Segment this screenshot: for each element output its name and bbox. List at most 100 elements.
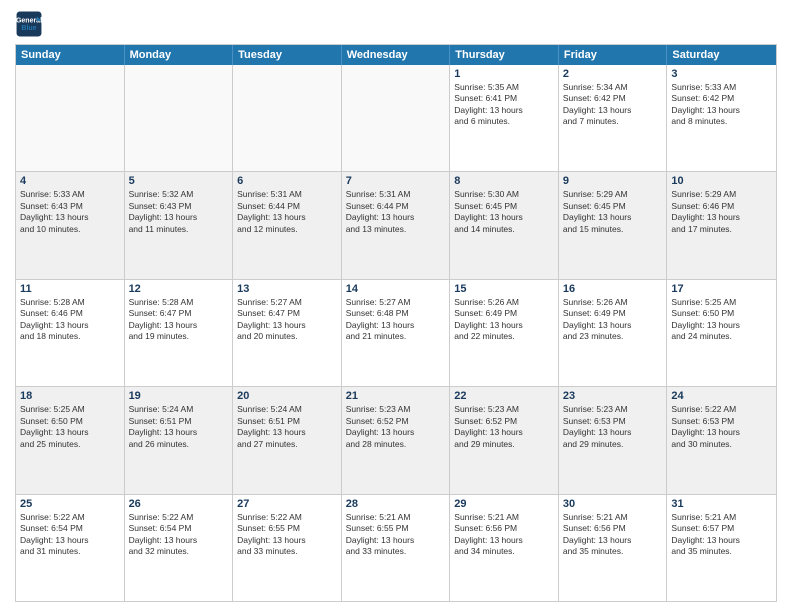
day-number: 11 xyxy=(20,283,120,295)
day-info: Sunrise: 5:27 AM Sunset: 6:48 PM Dayligh… xyxy=(346,297,446,343)
day-info: Sunrise: 5:26 AM Sunset: 6:49 PM Dayligh… xyxy=(563,297,663,343)
day-info: Sunrise: 5:22 AM Sunset: 6:55 PM Dayligh… xyxy=(237,512,337,558)
day-number: 4 xyxy=(20,175,120,187)
svg-text:Blue: Blue xyxy=(21,25,36,32)
day-number: 10 xyxy=(671,175,772,187)
day-info: Sunrise: 5:31 AM Sunset: 6:44 PM Dayligh… xyxy=(346,189,446,235)
day-cell-25: 25Sunrise: 5:22 AM Sunset: 6:54 PM Dayli… xyxy=(16,495,125,601)
day-cell-26: 26 Sunrise: 5:22 AM Sunset: 6:54 PM Dayli… xyxy=(125,495,234,601)
calendar-header: SundayMondayTuesdayWednesdayThursdayFrid… xyxy=(16,45,776,65)
day-info: Sunrise: 5:30 AM Sunset: 6:45 PM Dayligh… xyxy=(454,189,554,235)
header-day-tuesday: Tuesday xyxy=(233,45,342,65)
day-cell-16: 16 Sunrise: 5:26 AM Sunset: 6:49 PM Dayli… xyxy=(559,280,668,386)
day-number: 23 xyxy=(563,390,663,402)
day-number: 22 xyxy=(454,390,554,402)
day-cell-19: 19Sunrise: 5:24 AM Sunset: 6:51 PM Dayli… xyxy=(125,387,234,493)
day-cell-18: 18Sunrise: 5:25 AM Sunset: 6:50 PM Dayli… xyxy=(16,387,125,493)
day-cell-31: 31Sunrise: 5:21 AM Sunset: 6:57 PM Dayli… xyxy=(667,495,776,601)
day-cell-30: 30 Sunrise: 5:21 AM Sunset: 6:56 PM Dayli… xyxy=(559,495,668,601)
day-info: Sunrise: 5:23 AM Sunset: 6:52 PM Dayligh… xyxy=(346,404,446,450)
day-cell-29: 29 Sunrise: 5:21 AM Sunset: 6:56 PM Dayli… xyxy=(450,495,559,601)
day-number: 29 xyxy=(454,498,554,510)
day-info: Sunrise: 5:23 AM Sunset: 6:52 PM Dayligh… xyxy=(454,404,554,450)
day-number: 26 xyxy=(129,498,229,510)
calendar-row-1: 1 Sunrise: 5:35 AM Sunset: 6:41 PM Daylig… xyxy=(16,65,776,172)
day-cell-24: 24 Sunrise: 5:22 AM Sunset: 6:53 PM Dayli… xyxy=(667,387,776,493)
day-number: 20 xyxy=(237,390,337,402)
header-day-saturday: Saturday xyxy=(667,45,776,65)
calendar-row-5: 25Sunrise: 5:22 AM Sunset: 6:54 PM Dayli… xyxy=(16,495,776,601)
day-number: 13 xyxy=(237,283,337,295)
day-number: 6 xyxy=(237,175,337,187)
day-cell-4: 4 Sunrise: 5:33 AM Sunset: 6:43 PM Daylig… xyxy=(16,172,125,278)
header-day-wednesday: Wednesday xyxy=(342,45,451,65)
day-number: 7 xyxy=(346,175,446,187)
day-number: 8 xyxy=(454,175,554,187)
day-info: Sunrise: 5:33 AM Sunset: 6:43 PM Dayligh… xyxy=(20,189,120,235)
day-info: Sunrise: 5:21 AM Sunset: 6:56 PM Dayligh… xyxy=(454,512,554,558)
day-number: 15 xyxy=(454,283,554,295)
day-info: Sunrise: 5:23 AM Sunset: 6:53 PM Dayligh… xyxy=(563,404,663,450)
day-number: 24 xyxy=(671,390,772,402)
day-info: Sunrise: 5:22 AM Sunset: 6:54 PM Dayligh… xyxy=(129,512,229,558)
day-info: Sunrise: 5:24 AM Sunset: 6:51 PM Dayligh… xyxy=(129,404,229,450)
header-day-sunday: Sunday xyxy=(16,45,125,65)
day-cell-2: 2 Sunrise: 5:34 AM Sunset: 6:42 PM Daylig… xyxy=(559,65,668,171)
page: General Blue SundayMondayTuesdayWednesda… xyxy=(0,0,792,612)
day-number: 28 xyxy=(346,498,446,510)
header-day-monday: Monday xyxy=(125,45,234,65)
day-number: 5 xyxy=(129,175,229,187)
day-info: Sunrise: 5:21 AM Sunset: 6:56 PM Dayligh… xyxy=(563,512,663,558)
day-number: 9 xyxy=(563,175,663,187)
day-info: Sunrise: 5:28 AM Sunset: 6:46 PM Dayligh… xyxy=(20,297,120,343)
day-cell-1: 1 Sunrise: 5:35 AM Sunset: 6:41 PM Daylig… xyxy=(450,65,559,171)
day-info: Sunrise: 5:27 AM Sunset: 6:47 PM Dayligh… xyxy=(237,297,337,343)
day-info: Sunrise: 5:24 AM Sunset: 6:51 PM Dayligh… xyxy=(237,404,337,450)
empty-cell xyxy=(342,65,451,171)
day-info: Sunrise: 5:34 AM Sunset: 6:42 PM Dayligh… xyxy=(563,82,663,128)
day-cell-5: 5Sunrise: 5:32 AM Sunset: 6:43 PM Daylig… xyxy=(125,172,234,278)
day-number: 2 xyxy=(563,68,663,80)
day-cell-8: 8 Sunrise: 5:30 AM Sunset: 6:45 PM Daylig… xyxy=(450,172,559,278)
header-day-thursday: Thursday xyxy=(450,45,559,65)
day-number: 3 xyxy=(671,68,772,80)
day-cell-11: 11 Sunrise: 5:28 AM Sunset: 6:46 PM Dayli… xyxy=(16,280,125,386)
day-info: Sunrise: 5:21 AM Sunset: 6:55 PM Dayligh… xyxy=(346,512,446,558)
logo-icon: General Blue xyxy=(15,10,43,38)
empty-cell xyxy=(125,65,234,171)
day-number: 30 xyxy=(563,498,663,510)
day-cell-20: 20 Sunrise: 5:24 AM Sunset: 6:51 PM Dayli… xyxy=(233,387,342,493)
calendar: SundayMondayTuesdayWednesdayThursdayFrid… xyxy=(15,44,777,602)
day-cell-6: 6 Sunrise: 5:31 AM Sunset: 6:44 PM Daylig… xyxy=(233,172,342,278)
day-cell-9: 9 Sunrise: 5:29 AM Sunset: 6:45 PM Daylig… xyxy=(559,172,668,278)
day-number: 21 xyxy=(346,390,446,402)
day-cell-21: 21 Sunrise: 5:23 AM Sunset: 6:52 PM Dayli… xyxy=(342,387,451,493)
day-info: Sunrise: 5:31 AM Sunset: 6:44 PM Dayligh… xyxy=(237,189,337,235)
day-info: Sunrise: 5:22 AM Sunset: 6:54 PM Dayligh… xyxy=(20,512,120,558)
day-number: 17 xyxy=(671,283,772,295)
day-cell-22: 22 Sunrise: 5:23 AM Sunset: 6:52 PM Dayli… xyxy=(450,387,559,493)
day-info: Sunrise: 5:26 AM Sunset: 6:49 PM Dayligh… xyxy=(454,297,554,343)
day-cell-15: 15 Sunrise: 5:26 AM Sunset: 6:49 PM Dayli… xyxy=(450,280,559,386)
day-number: 16 xyxy=(563,283,663,295)
header: General Blue xyxy=(15,10,777,38)
day-info: Sunrise: 5:25 AM Sunset: 6:50 PM Dayligh… xyxy=(671,297,772,343)
day-cell-7: 7 Sunrise: 5:31 AM Sunset: 6:44 PM Daylig… xyxy=(342,172,451,278)
logo: General Blue xyxy=(15,10,43,38)
day-cell-28: 28 Sunrise: 5:21 AM Sunset: 6:55 PM Dayli… xyxy=(342,495,451,601)
day-info: Sunrise: 5:33 AM Sunset: 6:42 PM Dayligh… xyxy=(671,82,772,128)
day-number: 1 xyxy=(454,68,554,80)
day-cell-17: 17 Sunrise: 5:25 AM Sunset: 6:50 PM Dayli… xyxy=(667,280,776,386)
day-number: 31 xyxy=(671,498,772,510)
day-cell-3: 3 Sunrise: 5:33 AM Sunset: 6:42 PM Daylig… xyxy=(667,65,776,171)
calendar-row-4: 18Sunrise: 5:25 AM Sunset: 6:50 PM Dayli… xyxy=(16,387,776,494)
day-info: Sunrise: 5:22 AM Sunset: 6:53 PM Dayligh… xyxy=(671,404,772,450)
day-info: Sunrise: 5:28 AM Sunset: 6:47 PM Dayligh… xyxy=(129,297,229,343)
day-cell-14: 14 Sunrise: 5:27 AM Sunset: 6:48 PM Dayli… xyxy=(342,280,451,386)
day-cell-12: 12Sunrise: 5:28 AM Sunset: 6:47 PM Dayli… xyxy=(125,280,234,386)
day-number: 14 xyxy=(346,283,446,295)
day-info: Sunrise: 5:29 AM Sunset: 6:46 PM Dayligh… xyxy=(671,189,772,235)
day-cell-27: 27Sunrise: 5:22 AM Sunset: 6:55 PM Dayli… xyxy=(233,495,342,601)
day-info: Sunrise: 5:29 AM Sunset: 6:45 PM Dayligh… xyxy=(563,189,663,235)
day-info: Sunrise: 5:35 AM Sunset: 6:41 PM Dayligh… xyxy=(454,82,554,128)
